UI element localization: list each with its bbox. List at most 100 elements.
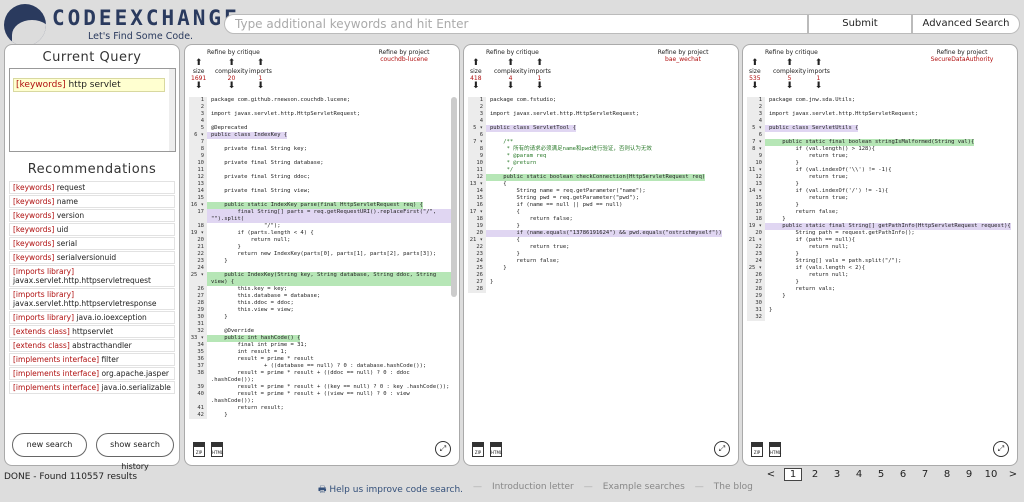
recommendation-item[interactable]: [extends class] abstracthandler bbox=[9, 339, 175, 352]
recommendation-item[interactable]: [implements interface] org.apache.jasper bbox=[9, 367, 175, 380]
expand-icon[interactable]: ⤢ bbox=[714, 441, 730, 457]
prev-page-button[interactable]: < bbox=[760, 469, 782, 480]
keyword-search-input[interactable] bbox=[224, 14, 808, 34]
recommendation-item[interactable]: [keywords] version bbox=[9, 209, 175, 222]
sort-up-arrow-icon[interactable]: ⬆ bbox=[249, 59, 272, 68]
recommendation-kind: [keywords] bbox=[13, 225, 55, 234]
code-viewer[interactable]: 1 package com.jnw.sda.Utils; 2 3 import java… bbox=[747, 97, 1012, 431]
code-text: return null; bbox=[769, 244, 849, 250]
sort-up-arrow-icon[interactable]: ⬆ bbox=[494, 59, 527, 68]
page-link[interactable]: 2 bbox=[804, 469, 826, 480]
size-metric[interactable]: ⬆ size 535 ⬇ bbox=[749, 59, 761, 91]
sort-up-arrow-icon[interactable]: ⬆ bbox=[773, 59, 806, 68]
page-link[interactable]: 7 bbox=[914, 469, 936, 480]
recommendation-item[interactable]: [imports library] java.io.ioexception bbox=[9, 311, 175, 324]
recommendation-item[interactable]: [keywords] serial bbox=[9, 237, 175, 250]
line-number: 30 bbox=[189, 314, 207, 321]
sort-down-arrow-icon[interactable]: ⬇ bbox=[470, 82, 482, 91]
sort-down-arrow-icon[interactable]: ⬇ bbox=[807, 82, 830, 91]
code-line: 17 ▾ { bbox=[468, 209, 733, 216]
query-token[interactable]: [keywords] http servlet bbox=[13, 78, 165, 92]
imports-metric[interactable]: ⬆ imports 1 ⬇ bbox=[528, 59, 551, 91]
page-link[interactable]: 10 bbox=[980, 469, 1002, 480]
code-line: 25 ▾ public IndexKey(String key, String … bbox=[189, 272, 454, 286]
recommendation-item[interactable]: [extends class] httpservlet bbox=[9, 325, 175, 338]
sort-down-arrow-icon[interactable]: ⬇ bbox=[249, 82, 272, 91]
next-page-button[interactable]: > bbox=[1002, 469, 1024, 480]
refine-by-project[interactable]: Refine by project bae_wechat bbox=[648, 49, 718, 63]
code-line: 5 ▾ public class ServletTool { bbox=[468, 125, 733, 132]
sort-down-arrow-icon[interactable]: ⬇ bbox=[215, 82, 248, 91]
new-search-button[interactable]: new search bbox=[12, 433, 87, 457]
submit-button[interactable]: Submit bbox=[808, 14, 912, 34]
project-name-link[interactable]: bae_wechat bbox=[648, 56, 718, 63]
blog-link[interactable]: The blog bbox=[714, 482, 753, 498]
code-line: 21 } bbox=[189, 244, 454, 251]
refine-by-project[interactable]: Refine by project couchdb-lucene bbox=[369, 49, 439, 63]
complexity-metric[interactable]: ⬆ complexity 4 ⬇ bbox=[494, 59, 527, 91]
sort-up-arrow-icon[interactable]: ⬆ bbox=[528, 59, 551, 68]
recommendation-item[interactable]: [implements interface] filter bbox=[9, 353, 175, 366]
imports-metric[interactable]: ⬆ imports 1 ⬇ bbox=[807, 59, 830, 91]
complexity-metric[interactable]: ⬆ complexity 20 ⬇ bbox=[215, 59, 248, 91]
example-searches-link[interactable]: Example searches bbox=[603, 482, 685, 498]
recommendation-item[interactable]: [imports library] javax.servlet.http.htt… bbox=[9, 265, 175, 287]
html-download-icon[interactable]: HTML bbox=[211, 442, 223, 457]
sort-up-arrow-icon[interactable]: ⬆ bbox=[807, 59, 830, 68]
code-text: } bbox=[769, 251, 799, 257]
line-number: 25 ▾ bbox=[747, 265, 765, 272]
zip-download-icon[interactable]: ZIP bbox=[193, 442, 205, 457]
current-query-box[interactable]: [keywords] http servlet bbox=[9, 68, 176, 152]
page-link[interactable]: 8 bbox=[936, 469, 958, 480]
sort-down-arrow-icon[interactable]: ⬇ bbox=[773, 82, 806, 91]
logo[interactable]: CODEEXCHANGE Let's Find Some Code. bbox=[4, 4, 237, 46]
code-text: } bbox=[211, 412, 228, 418]
sort-down-arrow-icon[interactable]: ⬇ bbox=[749, 82, 761, 91]
expand-icon[interactable]: ⤢ bbox=[435, 441, 451, 457]
recommendation-item[interactable]: [imports library] javax.servlet.http.htt… bbox=[9, 288, 175, 310]
sort-down-arrow-icon[interactable]: ⬇ bbox=[191, 82, 206, 91]
sort-up-arrow-icon[interactable]: ⬆ bbox=[749, 59, 761, 68]
project-name-link[interactable]: SecureDataAuthority bbox=[927, 56, 997, 63]
code-line: 8 * 所有的请求必须满足name和pwd进行验证，否则认为无效 bbox=[468, 146, 733, 153]
query-scrollbar[interactable] bbox=[169, 69, 175, 151]
html-download-icon[interactable]: HTML bbox=[769, 442, 781, 457]
html-download-icon[interactable]: HTML bbox=[490, 442, 502, 457]
code-scrollbar[interactable] bbox=[451, 97, 457, 297]
sort-down-arrow-icon[interactable]: ⬇ bbox=[528, 82, 551, 91]
complexity-metric[interactable]: ⬆ complexity 5 ⬇ bbox=[773, 59, 806, 91]
size-metric[interactable]: ⬆ size 418 ⬇ bbox=[470, 59, 482, 91]
zip-download-icon[interactable]: ZIP bbox=[472, 442, 484, 457]
code-viewer[interactable]: 1 package com.fstudio; 2 3 import javax.serv… bbox=[468, 97, 733, 431]
zip-download-icon[interactable]: ZIP bbox=[751, 442, 763, 457]
code-line: 1 package com.github.rnewson.couchdb.luce… bbox=[189, 97, 454, 104]
project-name-link[interactable]: couchdb-lucene bbox=[369, 56, 439, 63]
sort-up-arrow-icon[interactable]: ⬆ bbox=[470, 59, 482, 68]
page-link[interactable]: 4 bbox=[848, 469, 870, 480]
expand-icon[interactable]: ⤢ bbox=[993, 441, 1009, 457]
help-link[interactable]: 🖶 Help us improve code search. bbox=[318, 482, 463, 498]
refine-by-project[interactable]: Refine by project SecureDataAuthority bbox=[927, 49, 997, 63]
code-text: } bbox=[769, 160, 799, 166]
code-line: 33 ▾ public int hashCode() { bbox=[189, 335, 454, 342]
page-link[interactable]: 1 bbox=[784, 468, 802, 481]
recommendation-item[interactable]: [keywords] serialversionuid bbox=[9, 251, 175, 264]
show-search-history-button[interactable]: show search history bbox=[96, 433, 174, 471]
recommendation-item[interactable]: [keywords] name bbox=[9, 195, 175, 208]
page-link[interactable]: 3 bbox=[826, 469, 848, 480]
sort-down-arrow-icon[interactable]: ⬇ bbox=[494, 82, 527, 91]
recommendation-item[interactable]: [keywords] uid bbox=[9, 223, 175, 236]
sort-up-arrow-icon[interactable]: ⬆ bbox=[215, 59, 248, 68]
recommendation-item[interactable]: [implements interface] java.io.serializa… bbox=[9, 381, 175, 394]
imports-metric[interactable]: ⬆ imports 1 ⬇ bbox=[249, 59, 272, 91]
intro-letter-link[interactable]: Introduction letter bbox=[492, 482, 574, 498]
size-metric[interactable]: ⬆ size 1691 ⬇ bbox=[191, 59, 206, 91]
page-link[interactable]: 9 bbox=[958, 469, 980, 480]
code-line: 1 package com.fstudio; bbox=[468, 97, 733, 104]
code-viewer[interactable]: 1 package com.github.rnewson.couchdb.luce… bbox=[189, 97, 454, 431]
recommendation-item[interactable]: [keywords] request bbox=[9, 181, 175, 194]
advanced-search-button[interactable]: Advanced Search bbox=[912, 14, 1020, 34]
page-link[interactable]: 6 bbox=[892, 469, 914, 480]
page-link[interactable]: 5 bbox=[870, 469, 892, 480]
sort-up-arrow-icon[interactable]: ⬆ bbox=[191, 59, 206, 68]
